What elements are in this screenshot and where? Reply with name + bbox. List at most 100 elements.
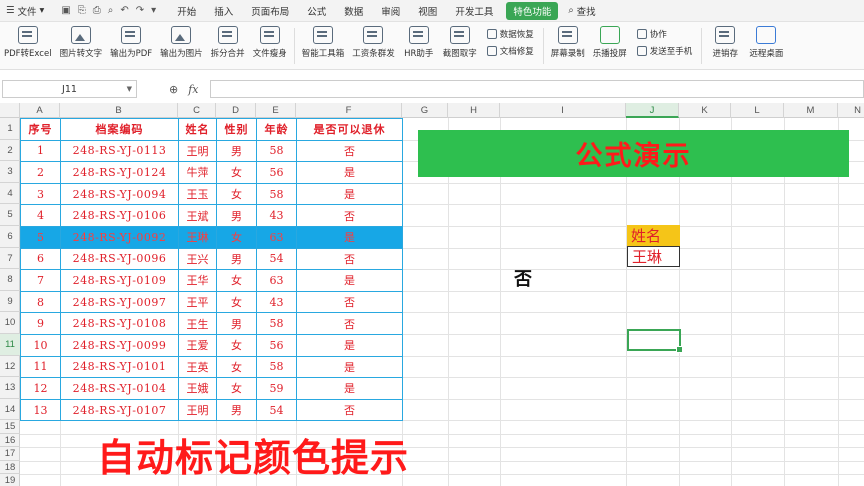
formula-input[interactable]: [210, 80, 864, 98]
table-cell[interactable]: 2: [20, 161, 61, 184]
table-cell[interactable]: 248-RS-YJ-0092: [60, 225, 179, 249]
column-header-k[interactable]: K: [679, 103, 731, 118]
row-header-1[interactable]: 1: [0, 118, 20, 140]
table-cell[interactable]: 248-RS-YJ-0097: [60, 290, 179, 314]
select-all-corner[interactable]: [0, 103, 20, 118]
column-header-a[interactable]: A: [20, 103, 60, 118]
send-to-phone-button[interactable]: 发送至手机: [636, 45, 692, 57]
table-cell[interactable]: 59: [256, 377, 297, 400]
table-cell[interactable]: 男: [216, 139, 257, 163]
table-header-cell[interactable]: 年龄: [256, 118, 297, 141]
table-cell[interactable]: 王明: [178, 398, 217, 422]
table-header-cell[interactable]: 档案编码: [60, 118, 179, 141]
collaborate-button[interactable]: 协作: [636, 28, 693, 40]
table-cell[interactable]: 是: [296, 269, 403, 292]
column-header-j[interactable]: J: [626, 103, 679, 118]
name-box[interactable]: J11 ▼: [2, 80, 137, 98]
table-cell[interactable]: 58: [256, 182, 297, 206]
hr-assistant-button[interactable]: HR助手: [399, 26, 439, 59]
table-cell[interactable]: 否: [296, 204, 403, 227]
redo-icon[interactable]: ↷: [136, 5, 144, 16]
column-header-n[interactable]: N: [838, 103, 864, 118]
file-menu[interactable]: ☰ 文件 ▾: [0, 4, 53, 18]
column-header-i[interactable]: I: [500, 103, 626, 118]
table-cell[interactable]: 248-RS-YJ-0096: [60, 247, 179, 271]
tab-insert[interactable]: 插入: [205, 4, 242, 18]
selected-cell-j11[interactable]: [627, 329, 683, 353]
table-cell[interactable]: 王华: [178, 269, 217, 292]
table-cell[interactable]: 54: [256, 398, 297, 422]
row-header-13[interactable]: 13: [0, 377, 20, 399]
table-cell[interactable]: 58: [256, 355, 297, 379]
table-cell[interactable]: 3: [20, 182, 61, 206]
data-recovery-button[interactable]: 数据恢复: [486, 28, 534, 40]
row-header-7[interactable]: 7: [0, 248, 20, 270]
remote-desktop-button[interactable]: 远程桌面: [745, 26, 787, 59]
row-header-18[interactable]: 18: [0, 461, 20, 474]
search-button[interactable]: ⌕ 查找: [562, 4, 604, 18]
table-cell[interactable]: 54: [256, 247, 297, 271]
tab-page-layout[interactable]: 页面布局: [242, 4, 298, 18]
table-cell[interactable]: 否: [296, 247, 403, 271]
cast-screen-button[interactable]: 乐播投屏: [589, 26, 631, 59]
tab-special-features[interactable]: 特色功能: [506, 1, 559, 20]
table-cell[interactable]: 12: [20, 377, 61, 400]
tab-developer[interactable]: 开发工具: [446, 4, 502, 18]
file-slim-button[interactable]: 文件瘦身: [249, 26, 291, 59]
table-cell[interactable]: 10: [20, 333, 61, 357]
table-cell[interactable]: 是: [296, 377, 403, 400]
table-cell[interactable]: 43: [256, 290, 297, 314]
split-merge-button[interactable]: 拆分合并: [207, 26, 249, 59]
table-cell[interactable]: 9: [20, 312, 61, 335]
table-cell[interactable]: 王爱: [178, 333, 217, 357]
table-cell[interactable]: 248-RS-YJ-0107: [60, 398, 179, 422]
table-cell[interactable]: 王英: [178, 355, 217, 379]
row-header-19[interactable]: 19: [0, 474, 20, 486]
row-header-14[interactable]: 14: [0, 399, 20, 421]
table-cell[interactable]: 248-RS-YJ-0099: [60, 333, 179, 357]
column-header-h[interactable]: H: [448, 103, 500, 118]
row-header-16[interactable]: 16: [0, 434, 20, 448]
row-header-11[interactable]: 11: [0, 334, 20, 356]
lookup-header-cell[interactable]: 姓名: [627, 225, 680, 246]
table-cell[interactable]: 女: [216, 182, 257, 206]
column-header-b[interactable]: B: [60, 103, 178, 118]
screenshot-ocr-button[interactable]: 截图取字: [439, 26, 481, 59]
table-cell[interactable]: 否: [296, 398, 403, 422]
export-icon[interactable]: ⎘: [78, 5, 86, 16]
table-cell[interactable]: 女: [216, 269, 257, 292]
preview-icon[interactable]: ⌕: [108, 5, 114, 16]
row-header-2[interactable]: 2: [0, 140, 20, 162]
column-header-m[interactable]: M: [784, 103, 838, 118]
smart-toolbox-button[interactable]: 智能工具箱: [298, 26, 349, 59]
chevron-down-icon[interactable]: ▼: [127, 85, 132, 93]
table-cell[interactable]: 女: [216, 377, 257, 400]
table-cell[interactable]: 否: [296, 139, 403, 163]
table-cell[interactable]: 248-RS-YJ-0104: [60, 377, 179, 400]
table-cell[interactable]: 43: [256, 204, 297, 227]
table-header-cell[interactable]: 性别: [216, 118, 257, 141]
table-cell[interactable]: 否: [296, 290, 403, 314]
fx-icon[interactable]: fx: [188, 83, 198, 96]
table-cell[interactable]: 4: [20, 204, 61, 227]
table-cell[interactable]: 王平: [178, 290, 217, 314]
table-cell[interactable]: 王生: [178, 312, 217, 335]
table-cell[interactable]: 248-RS-YJ-0106: [60, 204, 179, 227]
pdf-to-excel-button[interactable]: PDF转Excel: [0, 26, 56, 59]
image-to-text-button[interactable]: 图片转文字: [56, 26, 107, 59]
row-header-5[interactable]: 5: [0, 204, 20, 226]
row-header-10[interactable]: 10: [0, 312, 20, 334]
table-cell[interactable]: 男: [216, 204, 257, 227]
tab-formulas[interactable]: 公式: [298, 4, 335, 18]
table-cell[interactable]: 248-RS-YJ-0094: [60, 182, 179, 206]
table-cell[interactable]: 男: [216, 312, 257, 335]
table-header-cell[interactable]: 姓名: [178, 118, 217, 141]
table-cell[interactable]: 否: [296, 312, 403, 335]
tab-view[interactable]: 视图: [409, 4, 446, 18]
doc-repair-button[interactable]: 文档修复: [486, 45, 534, 57]
payslip-button[interactable]: 工资条群发: [348, 26, 399, 59]
row-header-4[interactable]: 4: [0, 183, 20, 205]
table-cell[interactable]: 248-RS-YJ-0124: [60, 161, 179, 184]
column-header-f[interactable]: F: [296, 103, 402, 118]
table-cell[interactable]: 是: [296, 161, 403, 184]
